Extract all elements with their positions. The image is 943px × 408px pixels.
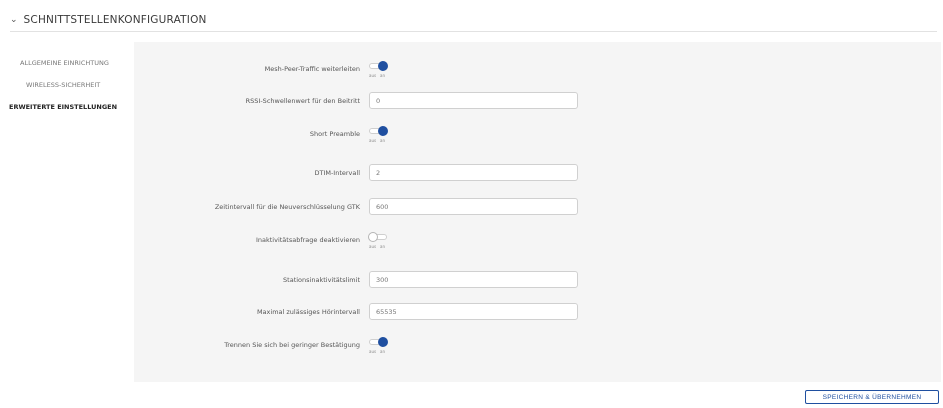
toggle-off-caption: aus [369,244,377,249]
toggle-knob [378,337,388,347]
save-apply-button[interactable]: SPEICHERN & ÜBERNEHMEN [805,390,939,404]
nav-item-wireless-security[interactable]: WIRELESS-SICHERHEIT [6,74,130,96]
toggle-off-caption: aus [369,349,377,354]
settings-panel: Mesh-Peer-Traffic weiterleiten aus an RS… [134,42,941,382]
gtk-rekey-row: Zeitintervall für die Neuverschlüsselung… [134,198,941,215]
low-ack-label: Trennen Sie sich bei geringer Bestätigun… [224,341,360,349]
toggle-on-caption: an [380,73,385,78]
nav-item-advanced-settings[interactable]: ERWEITERTE EINSTELLUNGEN [6,96,130,118]
gtk-rekey-input[interactable] [369,198,578,215]
listen-interval-label: Maximal zulässiges Hörintervall [256,307,360,316]
station-timeout-row: Stationsinaktivitätslimit [134,271,941,288]
toggle-on-caption: an [380,138,385,143]
station-timeout-input[interactable] [369,271,578,288]
short-preamble-toggle[interactable]: aus an [369,122,389,146]
inactivity-poll-toggle[interactable]: aus an [368,228,389,252]
toggle-knob [368,232,378,242]
toggle-off-caption: aus [369,73,377,78]
toggle-on-caption: an [380,349,385,354]
station-timeout-label: Stationsinaktivitätslimit [283,275,360,284]
dtim-interval-label: DTIM-Intervall [314,168,360,177]
dtim-interval-row: DTIM-Intervall [134,164,941,181]
low-ack-toggle[interactable]: aus an [369,333,389,357]
inactivity-poll-label: Inaktivitätsabfrage deaktivieren [255,236,360,244]
listen-interval-row: Maximal zulässiges Hörintervall [134,303,941,320]
section-header[interactable]: ⌄ SCHNITTSTELLENKONFIGURATION [10,10,207,30]
inactivity-poll-row: Inaktivitätsabfrage deaktivieren aus an [134,228,941,252]
settings-nav: ALLGEMEINE EINRICHTUNG WIRELESS-SICHERHE… [6,52,130,118]
section-title: SCHNITTSTELLENKONFIGURATION [23,14,207,26]
dtim-interval-input[interactable] [369,164,578,181]
toggle-on-caption: an [380,244,385,249]
low-ack-row: Trennen Sie sich bei geringer Bestätigun… [134,333,941,357]
mesh-forwarding-toggle[interactable]: aus an [369,57,389,81]
listen-interval-input[interactable] [369,303,578,320]
toggle-knob [378,61,388,71]
gtk-rekey-label: Zeitintervall für die Neuverschlüsselung… [214,202,360,211]
rssi-threshold-row: RSSI-Schwellenwert für den Beitritt [134,92,941,109]
toggle-knob [378,126,388,136]
rssi-threshold-input[interactable] [369,92,578,109]
nav-item-general-setup[interactable]: ALLGEMEINE EINRICHTUNG [6,52,130,74]
section-divider [10,31,937,32]
rssi-threshold-label: RSSI-Schwellenwert für den Beitritt [245,96,360,105]
toggle-off-caption: aus [369,138,377,143]
chevron-down-icon[interactable]: ⌄ [10,15,18,25]
mesh-forwarding-label: Mesh-Peer-Traffic weiterleiten [264,65,360,73]
short-preamble-row: Short Preamble aus an [134,122,941,146]
short-preamble-label: Short Preamble [309,130,360,138]
mesh-forwarding-row: Mesh-Peer-Traffic weiterleiten aus an [134,57,941,81]
